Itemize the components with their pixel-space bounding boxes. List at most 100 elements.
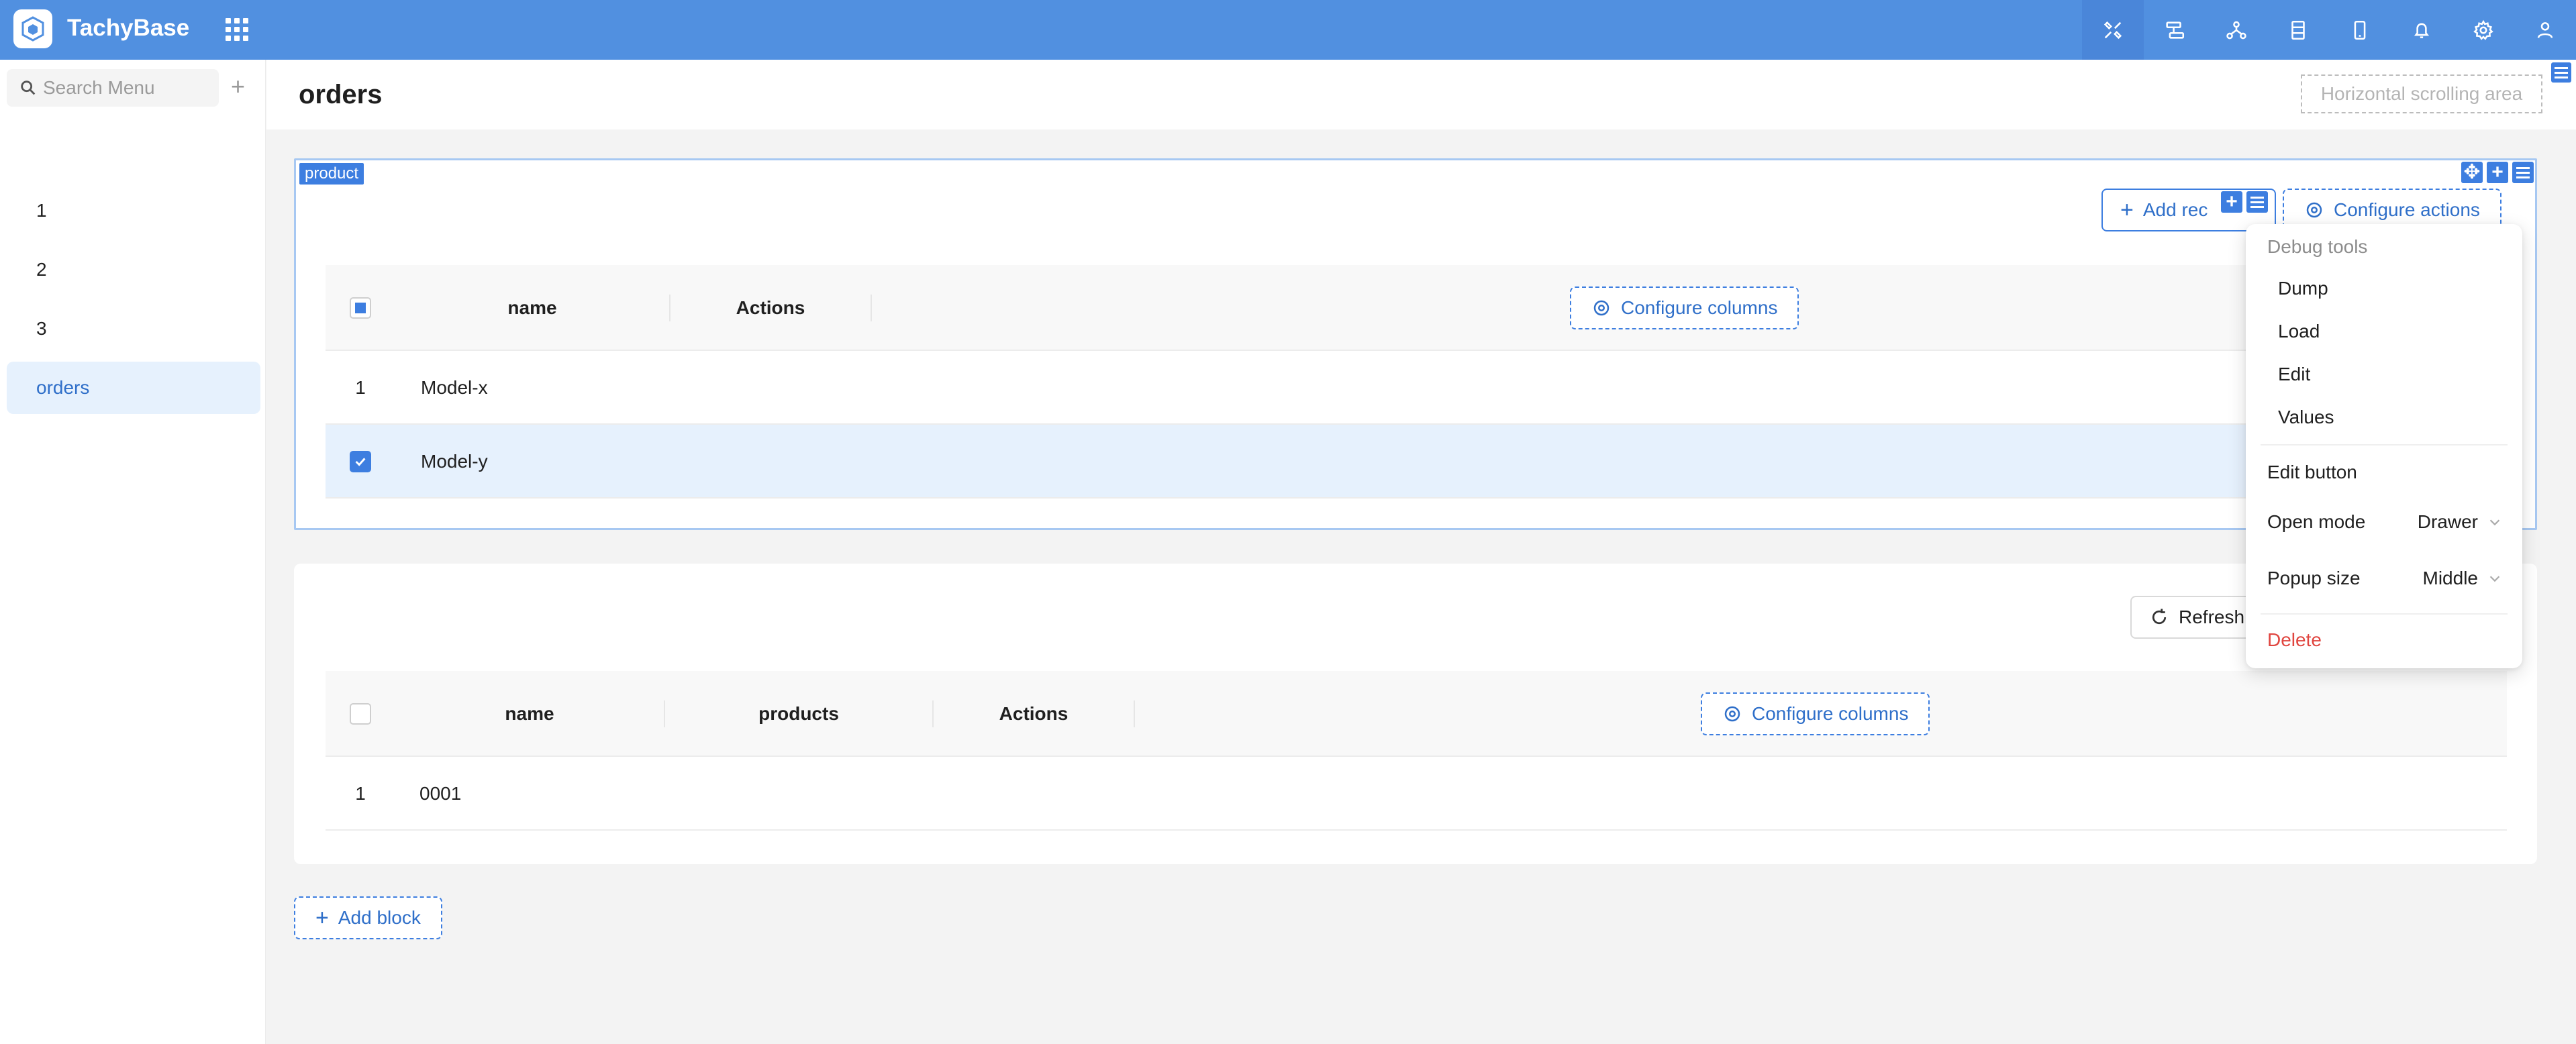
chevron-down-icon	[2489, 519, 2500, 526]
gear-icon	[1724, 706, 1740, 722]
select-all-cell	[326, 671, 395, 757]
configure-dropdown-menu: Debug tools Dump Load Edit Values Edit b…	[2246, 224, 2522, 668]
add-block-label: Add block	[338, 907, 421, 928]
configure-columns-label: Configure columns	[1621, 297, 1778, 318]
sidebar-item-label: 1	[36, 200, 47, 221]
block-menu-icon[interactable]	[2512, 162, 2534, 183]
column-header-actions[interactable]: Actions	[671, 265, 871, 351]
mobile-icon[interactable]	[2329, 0, 2391, 60]
block-toolbar: ✥ +	[2461, 162, 2534, 183]
page-menu-icon[interactable]	[2551, 62, 2571, 83]
row-index: 1	[355, 783, 366, 804]
horizontal-scrolling-area[interactable]: Horizontal scrolling area	[2301, 74, 2542, 113]
add-record-label: Add rec	[2142, 199, 2208, 220]
menu-item-load[interactable]: Load	[2278, 321, 2320, 342]
sidebar-item-2[interactable]: 2	[7, 244, 260, 296]
cube-logo-icon	[21, 16, 44, 42]
row-select-cell	[326, 425, 395, 499]
select-all-checkbox[interactable]	[350, 297, 371, 319]
column-divider	[871, 295, 872, 321]
add-icon[interactable]: +	[2221, 191, 2242, 213]
sidebar-item-label: 2	[36, 259, 47, 280]
row-index: 1	[355, 377, 366, 398]
app-logo[interactable]	[13, 9, 52, 48]
product-table-block: product ✥ + + Add rec + Configure action…	[294, 158, 2537, 530]
refresh-icon	[2152, 609, 2167, 625]
search-menu-input[interactable]	[43, 77, 204, 99]
menu-item-dump[interactable]: Dump	[2278, 278, 2328, 299]
menu-item-delete[interactable]: Delete	[2267, 629, 2322, 651]
search-box	[7, 69, 219, 107]
sidebar-item-label: 3	[36, 318, 47, 339]
configure-actions-label: Configure actions	[2334, 199, 2480, 220]
page-title: orders	[299, 80, 383, 109]
column-header-name[interactable]: name	[395, 265, 669, 351]
row-checkbox[interactable]	[350, 451, 371, 472]
top-header: TachyBase	[0, 0, 2576, 60]
plus-icon: +	[315, 904, 329, 931]
sidebar-item-3[interactable]: 3	[7, 303, 260, 355]
configure-columns-label: Configure columns	[1752, 703, 1909, 724]
open-mode-label: Open mode	[2267, 511, 2366, 532]
apps-grid-icon[interactable]	[226, 18, 248, 41]
menu-item-edit-button[interactable]: Edit button	[2267, 462, 2502, 483]
search-icon	[21, 81, 36, 95]
app-title[interactable]: TachyBase	[67, 15, 189, 42]
sidebar: + 1 2 3 orders	[0, 60, 266, 1044]
plus-icon: +	[2120, 197, 2134, 223]
popup-size-select[interactable]: Middle	[2423, 568, 2502, 589]
popup-size-label: Popup size	[2267, 568, 2361, 588]
bell-icon[interactable]	[2391, 0, 2453, 60]
menu-divider	[2261, 444, 2508, 446]
open-mode-value: Drawer	[2417, 511, 2478, 532]
menu-item-popup-size[interactable]: Popup size Middle	[2267, 568, 2502, 589]
page-header: orders Horizontal scrolling area	[266, 60, 2576, 129]
row-name: Model-x	[421, 377, 488, 398]
column-header-products[interactable]: products	[665, 671, 932, 757]
column-header-name[interactable]: name	[395, 671, 664, 757]
drag-handle-icon[interactable]: ✥	[2461, 162, 2483, 183]
refresh-button[interactable]: Refresh	[2130, 596, 2264, 639]
refresh-label: Refresh	[2179, 607, 2245, 627]
gear-icon	[2306, 202, 2322, 218]
data-graph-icon[interactable]	[2206, 0, 2267, 60]
column-header-actions[interactable]: Actions	[934, 671, 1134, 757]
button-menu-icon[interactable]	[2246, 191, 2268, 213]
sidebar-item-1[interactable]: 1	[7, 185, 260, 237]
add-icon[interactable]: +	[2487, 162, 2508, 183]
database-icon[interactable]	[2267, 0, 2329, 60]
table-header: name Actions Configure columns	[326, 265, 2507, 351]
popup-size-value: Middle	[2422, 568, 2478, 588]
row-name: Model-y	[421, 451, 488, 472]
menu-item-edit[interactable]: Edit	[2278, 364, 2310, 385]
select-all-cell	[326, 265, 395, 351]
debug-tools-group-label: Debug tools	[2267, 236, 2368, 257]
button-toolbar: +	[2221, 191, 2268, 213]
workflow-icon[interactable]	[2144, 0, 2206, 60]
add-block-button[interactable]: + Add block	[294, 896, 442, 939]
orders-table-block: Refresh name products Actions Configure …	[294, 564, 2537, 864]
table-row[interactable]: 1 0001	[326, 757, 2507, 831]
row-name: 0001	[419, 783, 462, 804]
menu-item-values[interactable]: Values	[2278, 407, 2334, 428]
open-mode-select[interactable]: Drawer	[2418, 511, 2502, 533]
select-all-checkbox[interactable]	[350, 703, 371, 725]
table-row[interactable]: Model-y	[326, 425, 2507, 499]
chevron-down-icon	[2489, 576, 2500, 582]
user-icon[interactable]	[2514, 0, 2576, 60]
table-row[interactable]: 1 Model-x	[326, 351, 2507, 425]
check-icon	[355, 458, 366, 466]
block-tag: product	[299, 163, 364, 185]
add-menu-icon[interactable]: +	[231, 74, 245, 99]
configure-columns-button[interactable]: Configure columns	[1570, 286, 1799, 329]
ui-editor-icon[interactable]	[2082, 0, 2144, 60]
gear-icon	[1593, 300, 1609, 316]
menu-divider	[2261, 613, 2508, 615]
sidebar-item-orders[interactable]: orders	[7, 362, 260, 414]
table-header: name products Actions Configure columns	[326, 671, 2507, 757]
menu-item-open-mode[interactable]: Open mode Drawer	[2267, 511, 2502, 533]
gear-icon[interactable]	[2453, 0, 2514, 60]
column-divider	[1134, 700, 1135, 727]
sidebar-item-label: orders	[36, 377, 90, 398]
configure-columns-button[interactable]: Configure columns	[1701, 692, 1930, 735]
